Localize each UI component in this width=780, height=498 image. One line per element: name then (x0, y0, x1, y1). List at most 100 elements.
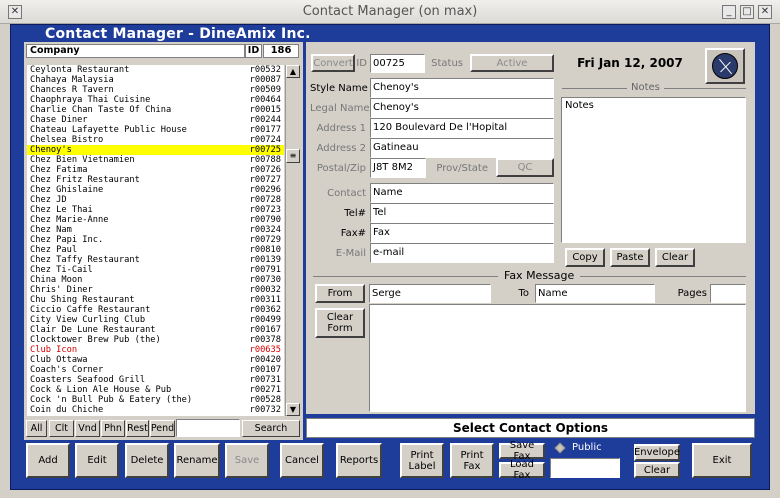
fax-filename-field[interactable] (550, 458, 620, 478)
list-item[interactable]: Chase Diner r00244 (27, 115, 284, 125)
filter-phn-button[interactable]: Phn (101, 420, 125, 437)
list-item[interactable]: Chez JD r00728 (27, 195, 284, 205)
list-item[interactable]: Charlie Chan Taste Of China r00015 (27, 105, 284, 115)
list-item[interactable]: Chez Fritz Restaurant r00727 (27, 175, 284, 185)
envelope-clear-button[interactable]: Clear (634, 462, 680, 478)
list-item[interactable]: Chez Ghislaine r00296 (27, 185, 284, 195)
list-item[interactable]: Chez Ti-Cail r00791 (27, 265, 284, 275)
style-name-field[interactable]: Chenoy's (370, 78, 554, 98)
fax-pages-field[interactable] (710, 284, 746, 303)
fax-field[interactable]: Fax (370, 223, 554, 243)
edit-button[interactable]: Edit (75, 443, 119, 478)
id-field[interactable]: 00725 (370, 54, 425, 73)
list-item[interactable]: Chenoy's r00725 (27, 145, 284, 155)
save-button[interactable]: Save (225, 443, 269, 478)
list-item[interactable]: Cock & Lion Ale House & Pub r00271 (27, 385, 284, 395)
rename-button[interactable]: Rename (174, 443, 220, 478)
list-item[interactable]: Chahaya Malaysia r00087 (27, 75, 284, 85)
list-item[interactable]: Chris' Diner r00032 (27, 285, 284, 295)
list-item[interactable]: Chances R Tavern r00509 (27, 85, 284, 95)
list-item[interactable]: Club Ottawa r00420 (27, 355, 284, 365)
list-item[interactable]: Chateau Lafayette Public House r00177 (27, 125, 284, 135)
fax-from-field[interactable]: Serge (369, 284, 491, 303)
list-item[interactable]: Chez Papi Inc. r00729 (27, 235, 284, 245)
window-menu-icon[interactable]: ✕ (8, 5, 22, 19)
list-item[interactable]: China Moon r00730 (27, 275, 284, 285)
maximize-icon[interactable]: □ (740, 5, 754, 19)
clock-button[interactable] (705, 48, 745, 84)
add-button[interactable]: Add (26, 443, 70, 478)
filter-rest-button[interactable]: Rest (126, 420, 149, 437)
list-item[interactable]: Clair De Lune Restaurant r00167 (27, 325, 284, 335)
search-button[interactable]: Search (242, 420, 300, 437)
save-fax-button[interactable]: Save Fax (499, 440, 545, 462)
filter-all-button[interactable]: All (26, 420, 47, 437)
list-item-name: Coach's Corner (30, 365, 104, 375)
list-item-name: Club Icon (30, 345, 78, 355)
filter-clt-button[interactable]: Clt (49, 420, 74, 437)
postal-field[interactable]: J8T 8M2 (370, 158, 426, 178)
notes-textarea[interactable]: Notes (561, 97, 746, 243)
address1-field[interactable]: 120 Boulevard De l'Hopital (370, 118, 554, 138)
email-field[interactable]: e-mail (370, 243, 554, 263)
print-fax-button[interactable]: Print Fax (450, 443, 494, 478)
id-column-header[interactable]: ID (245, 44, 262, 58)
notes-paste-button[interactable]: Paste (610, 248, 650, 267)
convert-button[interactable]: Convert (311, 54, 355, 72)
fax-message-body[interactable] (369, 304, 746, 412)
list-item[interactable]: Chez Fatima r00726 (27, 165, 284, 175)
fax-to-field[interactable]: Name (535, 284, 655, 303)
list-item[interactable]: Coach's Corner r00107 (27, 365, 284, 375)
contact-list[interactable]: Ceylonta Restaurant r00532 Chahaya Malaysi… (27, 65, 284, 416)
search-input[interactable] (176, 419, 240, 437)
list-item[interactable]: Chez Paul r00810 (27, 245, 284, 255)
prov-button[interactable]: QC (496, 158, 554, 177)
list-item[interactable]: Ciccio Caffe Restaurant r00362 (27, 305, 284, 315)
list-item[interactable]: Chez Taffy Restaurant r00139 (27, 255, 284, 265)
clear-form-button[interactable]: Clear Form (315, 308, 365, 338)
cancel-button[interactable]: Cancel (280, 443, 324, 478)
list-item[interactable]: Coasters Seafood Grill r00731 (27, 375, 284, 385)
scroll-thumb[interactable]: ≡ (286, 149, 300, 163)
minimize-icon[interactable]: _ (722, 5, 736, 19)
fax-pages-label: Pages (677, 288, 707, 299)
list-scrollbar[interactable]: ▲ ≡ ▼ (285, 65, 300, 416)
notes-copy-button[interactable]: Copy (565, 248, 605, 267)
list-item[interactable]: Chez Nam r00324 (27, 225, 284, 235)
tel-field[interactable]: Tel (370, 203, 554, 223)
list-item-id: r00015 (249, 105, 281, 115)
list-item-id: r00311 (249, 295, 281, 305)
list-item[interactable]: Chez Marie-Anne r00790 (27, 215, 284, 225)
print-label-button[interactable]: Print Label (400, 443, 444, 478)
envelope-button[interactable]: Envelope (634, 444, 680, 461)
reports-button[interactable]: Reports (336, 443, 382, 478)
list-item[interactable]: Chu Shing Restaurant r00311 (27, 295, 284, 305)
fax-from-button[interactable]: From (315, 284, 365, 303)
scroll-down-icon[interactable]: ▼ (286, 403, 300, 416)
list-item[interactable]: Chez Le Thai r00723 (27, 205, 284, 215)
company-column-header[interactable]: Company (26, 44, 245, 58)
list-item[interactable]: Cock 'n Bull Pub & Eatery (the) r00528 (27, 395, 284, 405)
list-item[interactable]: Chez Bien Vietnamien r00788 (27, 155, 284, 165)
list-item-name: Chez Nam (30, 225, 72, 235)
list-item[interactable]: City View Curling Club r00499 (27, 315, 284, 325)
filter-vnd-button[interactable]: Vnd (75, 420, 100, 437)
list-item[interactable]: Coin du Chiche r00732 (27, 405, 284, 415)
list-item[interactable]: Ceylonta Restaurant r00532 (27, 65, 284, 75)
filter-pend-button[interactable]: Pend (150, 420, 175, 437)
legal-name-field[interactable]: Chenoy's (370, 98, 554, 118)
scroll-up-icon[interactable]: ▲ (286, 65, 300, 78)
contact-field[interactable]: Name (370, 183, 554, 203)
list-item[interactable]: Clocktower Brew Pub (the) r00378 (27, 335, 284, 345)
exit-button[interactable]: Exit (692, 443, 752, 478)
load-fax-button[interactable]: Load Fax (499, 459, 545, 481)
notes-clear-button[interactable]: Clear (655, 248, 695, 267)
delete-button[interactable]: Delete (125, 443, 169, 478)
close-icon[interactable]: ✕ (758, 5, 772, 19)
list-item[interactable]: Chelsea Bistro r00724 (27, 135, 284, 145)
status-button[interactable]: Active (470, 54, 554, 72)
list-item[interactable]: Chaophraya Thai Cuisine r00464 (27, 95, 284, 105)
address2-field[interactable]: Gatineau (370, 138, 554, 158)
list-item[interactable]: Club Icon r00635 (27, 345, 284, 355)
list-item-id: r00177 (249, 125, 281, 135)
